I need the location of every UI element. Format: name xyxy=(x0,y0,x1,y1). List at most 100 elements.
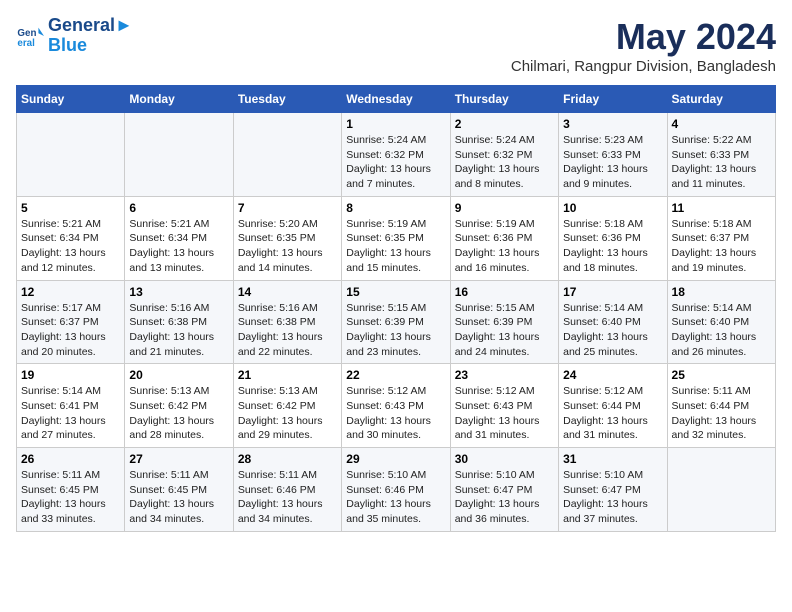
calendar-week-row: 1 Sunrise: 5:24 AMSunset: 6:32 PMDaylight… xyxy=(17,113,776,197)
calendar-cell: 29Sunrise: 5:10 AMSunset: 6:46 PMDayligh… xyxy=(342,448,450,532)
day-info: Sunrise: 5:18 AMSunset: 6:36 PMDaylight:… xyxy=(563,217,662,276)
day-info: Sunrise: 5:11 AMSunset: 6:45 PMDaylight:… xyxy=(129,468,228,527)
day-number: 2 xyxy=(455,117,554,131)
day-number: 4 xyxy=(672,117,771,131)
day-number: 20 xyxy=(129,368,228,382)
day-info: Sunrise: 5:16 AMSunset: 6:38 PMDaylight:… xyxy=(129,301,228,360)
day-number: 11 xyxy=(672,201,771,215)
day-info: Sunrise: 5:12 AMSunset: 6:43 PMDaylight:… xyxy=(346,384,445,443)
day-info: Sunrise: 5:21 AMSunset: 6:34 PMDaylight:… xyxy=(129,217,228,276)
calendar-cell: 9Sunrise: 5:19 AMSunset: 6:36 PMDaylight… xyxy=(450,196,558,280)
main-title: May 2024 xyxy=(511,16,776,58)
header-day: Wednesday xyxy=(342,86,450,113)
calendar-cell: 23 Sunrise: 5:12 AMSunset: 6:43 PMDayligh… xyxy=(450,364,558,448)
calendar-cell: 20 Sunrise: 5:13 AMSunset: 6:42 PMDayligh… xyxy=(125,364,233,448)
day-info: Sunrise: 5:16 AMSunset: 6:38 PMDaylight:… xyxy=(238,301,337,360)
day-info: Sunrise: 5:10 AMSunset: 6:47 PMDaylight:… xyxy=(455,468,554,527)
day-number: 24 xyxy=(563,368,662,382)
day-number: 16 xyxy=(455,285,554,299)
calendar-cell: 17 Sunrise: 5:14 AMSunset: 6:40 PMDayligh… xyxy=(559,280,667,364)
day-number: 23 xyxy=(455,368,554,382)
calendar-cell: 21 Sunrise: 5:13 AMSunset: 6:42 PMDayligh… xyxy=(233,364,341,448)
day-number: 13 xyxy=(129,285,228,299)
calendar-cell: 11 Sunrise: 5:18 AMSunset: 6:37 PMDayligh… xyxy=(667,196,775,280)
calendar-cell: 26 Sunrise: 5:11 AMSunset: 6:45 PMDayligh… xyxy=(17,448,125,532)
day-info: Sunrise: 5:10 AMSunset: 6:47 PMDaylight:… xyxy=(563,468,662,527)
logo-text-line1: General► xyxy=(48,16,133,36)
day-info: Sunrise: 5:15 AMSunset: 6:39 PMDaylight:… xyxy=(455,301,554,360)
day-number: 30 xyxy=(455,452,554,466)
day-info: Sunrise: 5:23 AMSunset: 6:33 PMDaylight:… xyxy=(563,133,662,192)
calendar-cell: 31Sunrise: 5:10 AMSunset: 6:47 PMDayligh… xyxy=(559,448,667,532)
header-day: Monday xyxy=(125,86,233,113)
day-number: 5 xyxy=(21,201,120,215)
header-row: SundayMondayTuesdayWednesdayThursdayFrid… xyxy=(17,86,776,113)
header-day: Sunday xyxy=(17,86,125,113)
day-info: Sunrise: 5:15 AMSunset: 6:39 PMDaylight:… xyxy=(346,301,445,360)
svg-text:eral: eral xyxy=(17,38,35,49)
calendar-week-row: 5 Sunrise: 5:21 AMSunset: 6:34 PMDaylight… xyxy=(17,196,776,280)
calendar-cell: 6 Sunrise: 5:21 AMSunset: 6:34 PMDaylight… xyxy=(125,196,233,280)
header-day: Tuesday xyxy=(233,86,341,113)
day-number: 26 xyxy=(21,452,120,466)
calendar-cell: 13 Sunrise: 5:16 AMSunset: 6:38 PMDayligh… xyxy=(125,280,233,364)
day-number: 6 xyxy=(129,201,228,215)
day-info: Sunrise: 5:24 AMSunset: 6:32 PMDaylight:… xyxy=(346,133,445,192)
calendar-cell xyxy=(125,113,233,197)
calendar-cell: 30 Sunrise: 5:10 AMSunset: 6:47 PMDayligh… xyxy=(450,448,558,532)
day-number: 27 xyxy=(129,452,228,466)
day-info: Sunrise: 5:20 AMSunset: 6:35 PMDaylight:… xyxy=(238,217,337,276)
day-info: Sunrise: 5:11 AMSunset: 6:44 PMDaylight:… xyxy=(672,384,771,443)
calendar-cell: 18Sunrise: 5:14 AMSunset: 6:40 PMDayligh… xyxy=(667,280,775,364)
calendar-cell: 24 Sunrise: 5:12 AMSunset: 6:44 PMDayligh… xyxy=(559,364,667,448)
calendar-cell: 19 Sunrise: 5:14 AMSunset: 6:41 PMDayligh… xyxy=(17,364,125,448)
day-info: Sunrise: 5:11 AMSunset: 6:45 PMDaylight:… xyxy=(21,468,120,527)
calendar-header: SundayMondayTuesdayWednesdayThursdayFrid… xyxy=(17,86,776,113)
day-info: Sunrise: 5:18 AMSunset: 6:37 PMDaylight:… xyxy=(672,217,771,276)
calendar-cell: 22 Sunrise: 5:12 AMSunset: 6:43 PMDayligh… xyxy=(342,364,450,448)
calendar-body: 1 Sunrise: 5:24 AMSunset: 6:32 PMDaylight… xyxy=(17,113,776,532)
calendar-cell: 10Sunrise: 5:18 AMSunset: 6:36 PMDayligh… xyxy=(559,196,667,280)
day-number: 28 xyxy=(238,452,337,466)
day-info: Sunrise: 5:13 AMSunset: 6:42 PMDaylight:… xyxy=(129,384,228,443)
calendar-cell: 8Sunrise: 5:19 AMSunset: 6:35 PMDaylight… xyxy=(342,196,450,280)
day-info: Sunrise: 5:12 AMSunset: 6:44 PMDaylight:… xyxy=(563,384,662,443)
calendar-cell: 3Sunrise: 5:23 AMSunset: 6:33 PMDaylight… xyxy=(559,113,667,197)
calendar-week-row: 26 Sunrise: 5:11 AMSunset: 6:45 PMDayligh… xyxy=(17,448,776,532)
page-header: Gen eral General► Blue May 2024 Chilmari… xyxy=(16,16,776,75)
calendar-cell: 2 Sunrise: 5:24 AMSunset: 6:32 PMDaylight… xyxy=(450,113,558,197)
day-info: Sunrise: 5:21 AMSunset: 6:34 PMDaylight:… xyxy=(21,217,120,276)
calendar-cell xyxy=(667,448,775,532)
day-info: Sunrise: 5:14 AMSunset: 6:41 PMDaylight:… xyxy=(21,384,120,443)
day-info: Sunrise: 5:12 AMSunset: 6:43 PMDaylight:… xyxy=(455,384,554,443)
header-day: Friday xyxy=(559,86,667,113)
day-info: Sunrise: 5:14 AMSunset: 6:40 PMDaylight:… xyxy=(563,301,662,360)
calendar-cell: 28Sunrise: 5:11 AMSunset: 6:46 PMDayligh… xyxy=(233,448,341,532)
subtitle: Chilmari, Rangpur Division, Bangladesh xyxy=(511,58,776,75)
calendar-cell: 27 Sunrise: 5:11 AMSunset: 6:45 PMDayligh… xyxy=(125,448,233,532)
day-number: 15 xyxy=(346,285,445,299)
calendar-cell: 7 Sunrise: 5:20 AMSunset: 6:35 PMDaylight… xyxy=(233,196,341,280)
day-number: 22 xyxy=(346,368,445,382)
day-number: 7 xyxy=(238,201,337,215)
day-info: Sunrise: 5:14 AMSunset: 6:40 PMDaylight:… xyxy=(672,301,771,360)
day-info: Sunrise: 5:19 AMSunset: 6:35 PMDaylight:… xyxy=(346,217,445,276)
logo: Gen eral General► Blue xyxy=(16,16,133,56)
day-info: Sunrise: 5:24 AMSunset: 6:32 PMDaylight:… xyxy=(455,133,554,192)
day-number: 21 xyxy=(238,368,337,382)
calendar-cell: 25 Sunrise: 5:11 AMSunset: 6:44 PMDayligh… xyxy=(667,364,775,448)
calendar-cell xyxy=(233,113,341,197)
day-info: Sunrise: 5:13 AMSunset: 6:42 PMDaylight:… xyxy=(238,384,337,443)
header-day: Saturday xyxy=(667,86,775,113)
calendar-cell: 4Sunrise: 5:22 AMSunset: 6:33 PMDaylight… xyxy=(667,113,775,197)
day-info: Sunrise: 5:17 AMSunset: 6:37 PMDaylight:… xyxy=(21,301,120,360)
calendar-cell: 5 Sunrise: 5:21 AMSunset: 6:34 PMDaylight… xyxy=(17,196,125,280)
day-info: Sunrise: 5:10 AMSunset: 6:46 PMDaylight:… xyxy=(346,468,445,527)
day-number: 25 xyxy=(672,368,771,382)
day-number: 14 xyxy=(238,285,337,299)
calendar-cell: 12Sunrise: 5:17 AMSunset: 6:37 PMDayligh… xyxy=(17,280,125,364)
day-number: 1 xyxy=(346,117,445,131)
calendar-cell: 14 Sunrise: 5:16 AMSunset: 6:38 PMDayligh… xyxy=(233,280,341,364)
day-number: 19 xyxy=(21,368,120,382)
day-number: 17 xyxy=(563,285,662,299)
